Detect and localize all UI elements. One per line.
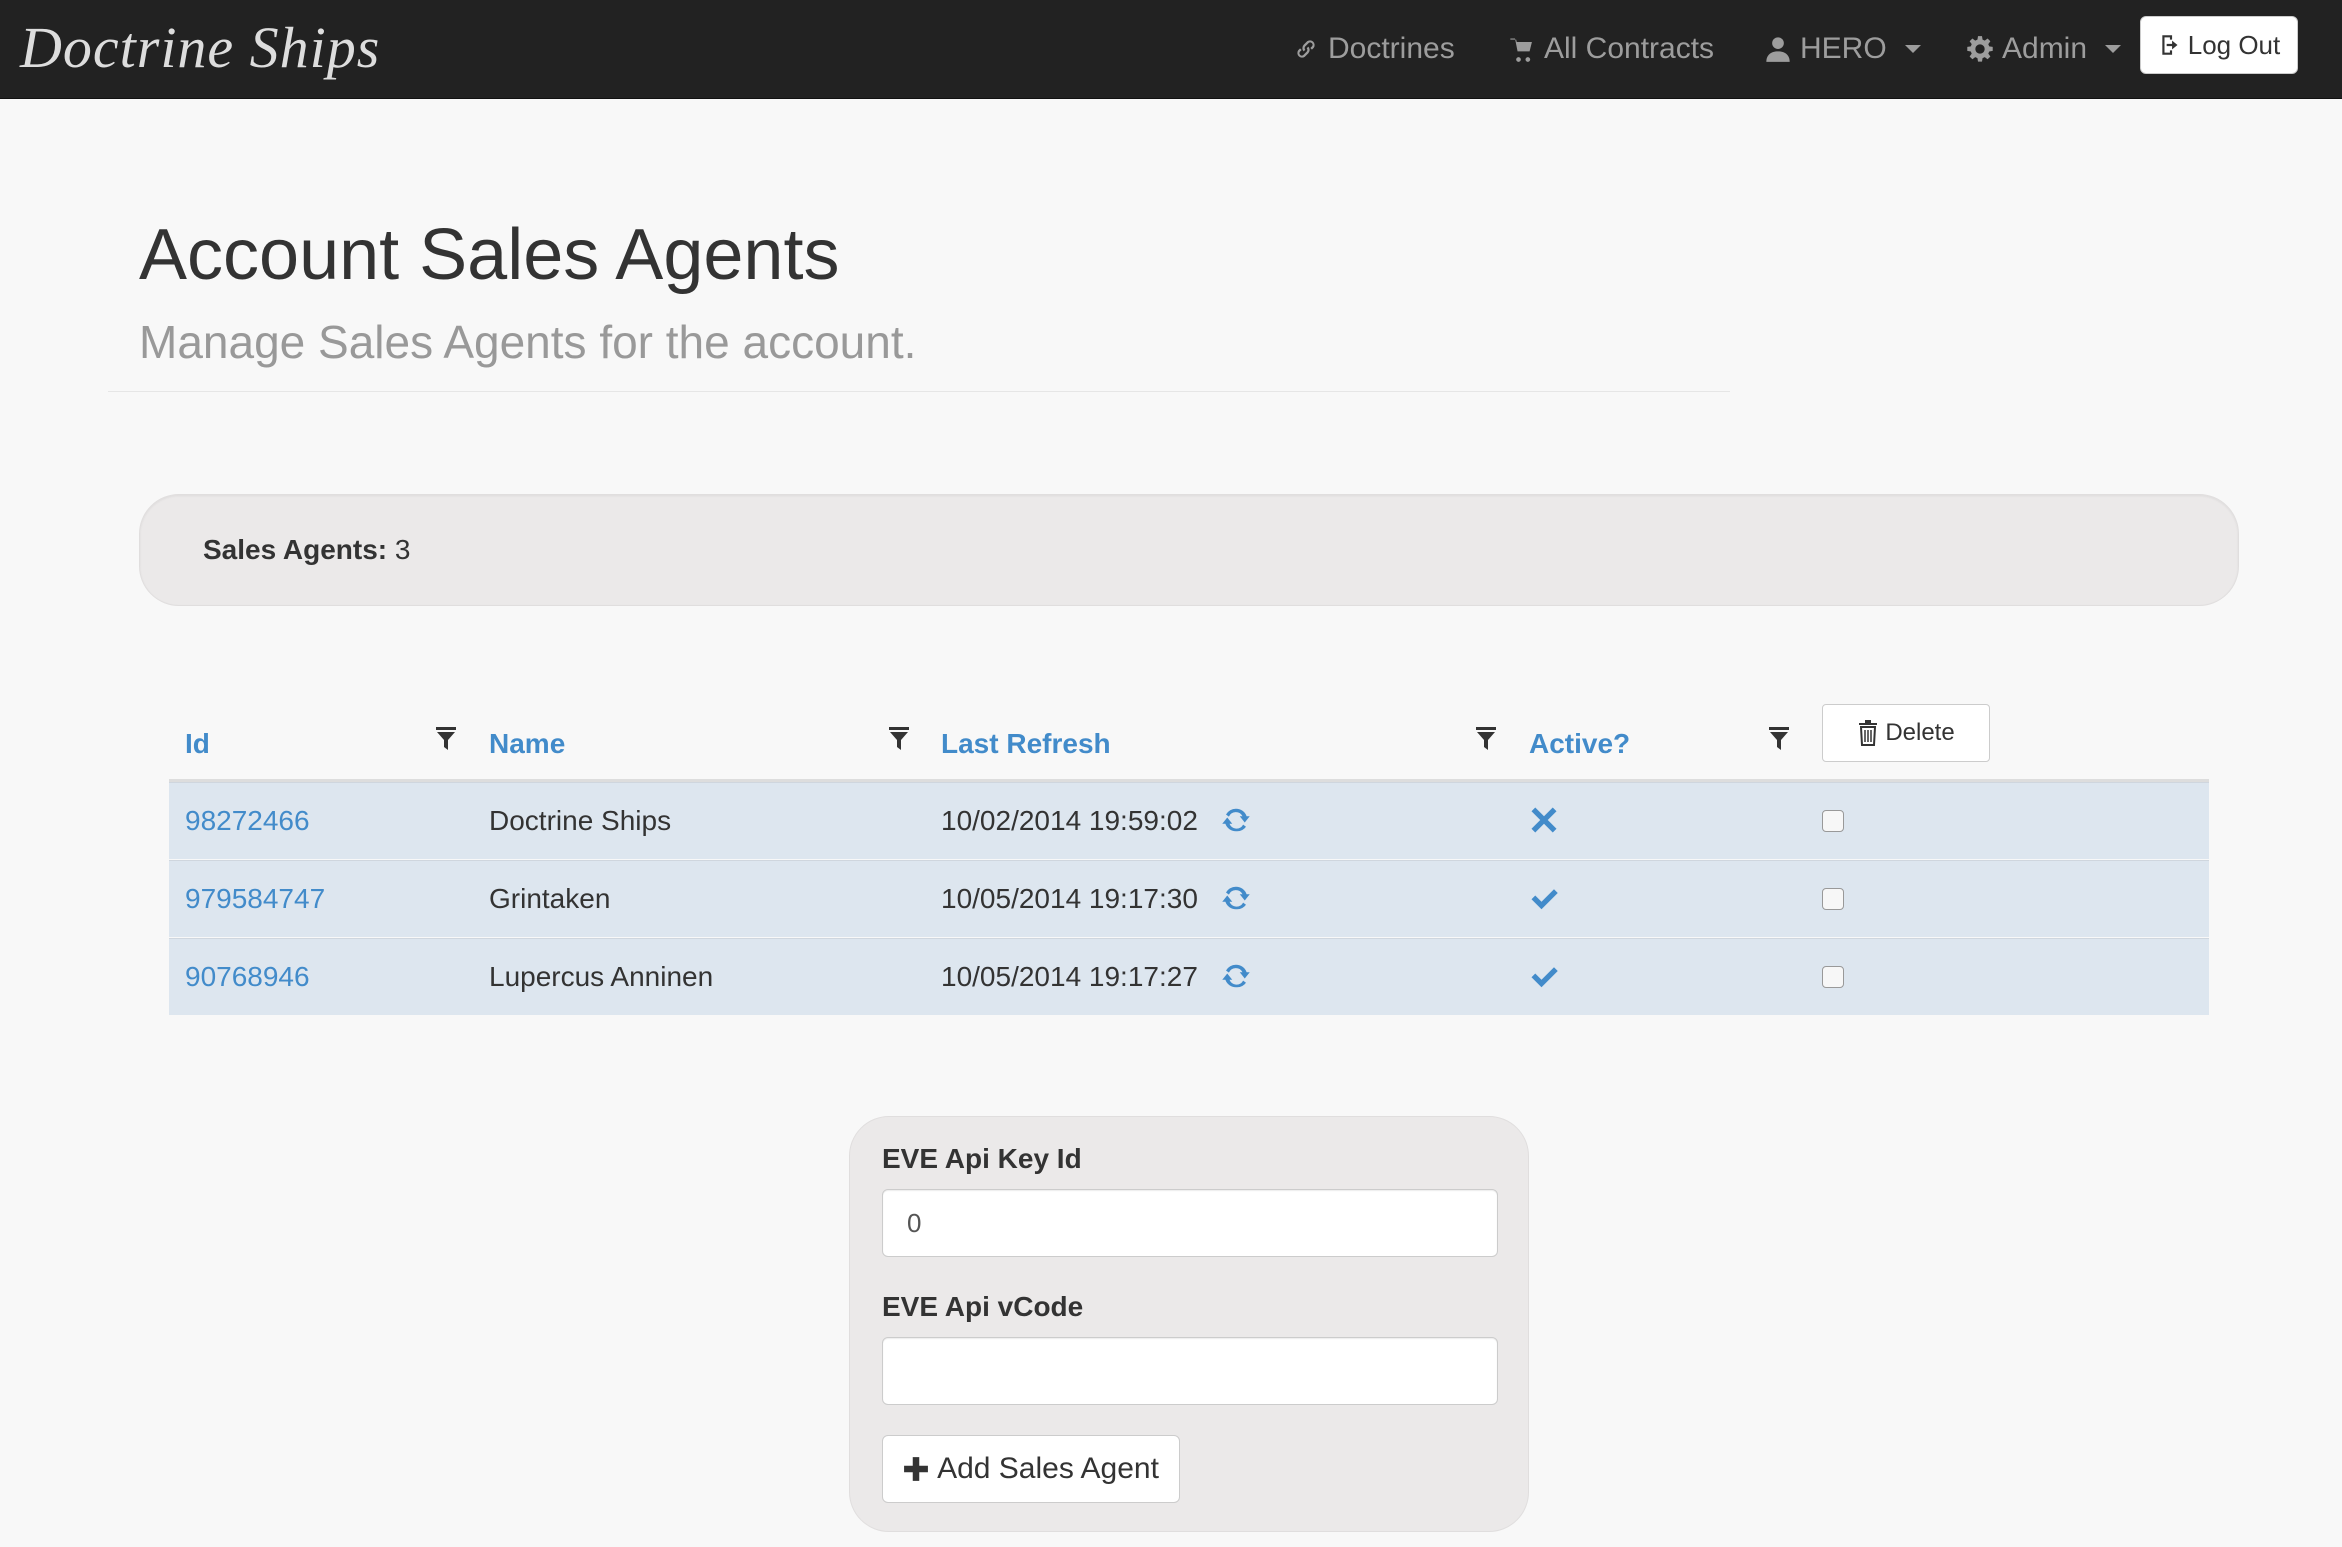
agent-name: Doctrine Ships bbox=[489, 805, 672, 836]
agent-id-link[interactable]: 98272466 bbox=[185, 783, 310, 859]
column-header-active[interactable]: Active? bbox=[1529, 722, 1630, 766]
cart-icon bbox=[1510, 38, 1532, 62]
add-sales-agent-form: EVE Api Key Id EVE Api vCode Add Sales A… bbox=[849, 1116, 1529, 1532]
nav-all-contracts-label: All Contracts bbox=[1544, 32, 1715, 65]
filter-icon[interactable] bbox=[888, 726, 910, 752]
api-key-id-input[interactable] bbox=[882, 1189, 1498, 1257]
agent-id-link[interactable]: 979584747 bbox=[185, 861, 325, 937]
gear-icon bbox=[1967, 36, 1993, 62]
row-select-checkbox[interactable] bbox=[1822, 888, 1844, 910]
delete-button[interactable]: Delete bbox=[1822, 704, 1990, 762]
check-icon bbox=[1531, 967, 1558, 988]
agent-name: Grintaken bbox=[489, 883, 611, 914]
header-divider bbox=[108, 391, 1730, 392]
logout-icon bbox=[2162, 35, 2178, 55]
table-row: 979584747 Grintaken 10/05/2014 19:17:30 bbox=[169, 860, 2209, 937]
brand-logo[interactable]: Doctrine Ships bbox=[20, 8, 380, 88]
table-row: 98272466 Doctrine Ships 10/02/2014 19:59:0… bbox=[169, 782, 2209, 859]
filter-icon[interactable] bbox=[1768, 726, 1790, 752]
nav-all-contracts[interactable]: All Contracts bbox=[1508, 0, 1714, 98]
nav-admin-label: Admin bbox=[2002, 32, 2088, 65]
agent-last-refresh: 10/05/2014 19:17:30 bbox=[941, 883, 1198, 914]
summary-well: Sales Agents: 3 bbox=[139, 494, 2239, 606]
agent-last-refresh: 10/05/2014 19:17:27 bbox=[941, 961, 1198, 992]
page-subtitle: Manage Sales Agents for the account. bbox=[139, 316, 917, 368]
add-sales-agent-label: Add Sales Agent bbox=[937, 1452, 1159, 1485]
refresh-icon[interactable] bbox=[1221, 961, 1251, 991]
agent-last-refresh: 10/02/2014 19:59:02 bbox=[941, 805, 1198, 836]
column-header-id[interactable]: Id bbox=[185, 722, 210, 766]
delete-button-label: Delete bbox=[1885, 719, 1955, 746]
sales-agents-count: Sales Agents: 3 bbox=[203, 527, 411, 573]
link-icon bbox=[1297, 40, 1315, 58]
filter-icon[interactable] bbox=[435, 726, 457, 752]
row-select-checkbox[interactable] bbox=[1822, 966, 1844, 988]
check-icon bbox=[1531, 889, 1558, 910]
add-sales-agent-button[interactable]: Add Sales Agent bbox=[882, 1435, 1180, 1503]
user-icon bbox=[1766, 37, 1790, 62]
agent-id-link[interactable]: 90768946 bbox=[185, 939, 310, 1015]
logout-button[interactable]: Log Out bbox=[2140, 16, 2298, 74]
nav-doctrines[interactable]: Doctrines bbox=[1292, 0, 1455, 98]
row-select-checkbox[interactable] bbox=[1822, 810, 1844, 832]
api-key-id-label: EVE Api Key Id bbox=[882, 1143, 1082, 1174]
nav-user-label: HERO bbox=[1800, 32, 1887, 65]
refresh-icon[interactable] bbox=[1221, 805, 1251, 835]
column-header-name[interactable]: Name bbox=[489, 722, 565, 766]
chevron-down-icon bbox=[2105, 45, 2122, 53]
chevron-down-icon bbox=[1904, 45, 1921, 53]
top-navbar: Doctrine Ships Doctrines All Contracts H… bbox=[0, 0, 2342, 99]
table-row: 90768946 Lupercus Anninen 10/05/2014 19:17… bbox=[169, 938, 2209, 1015]
cross-icon bbox=[1531, 807, 1557, 833]
page-title: Account Sales Agents bbox=[139, 215, 840, 295]
filter-icon[interactable] bbox=[1475, 726, 1497, 752]
nav-admin-dropdown[interactable]: Admin bbox=[1966, 0, 2122, 98]
logout-label: Log Out bbox=[2187, 29, 2281, 60]
api-vcode-label: EVE Api vCode bbox=[882, 1291, 1084, 1322]
sales-agents-count-label: Sales Agents: bbox=[203, 534, 388, 565]
agent-name: Lupercus Anninen bbox=[489, 961, 714, 992]
nav-user-dropdown[interactable]: HERO bbox=[1764, 0, 1921, 98]
refresh-icon[interactable] bbox=[1221, 883, 1251, 913]
column-header-last-refresh[interactable]: Last Refresh bbox=[941, 722, 1111, 766]
api-vcode-input[interactable] bbox=[882, 1337, 1498, 1405]
plus-icon bbox=[904, 1457, 928, 1481]
trash-icon bbox=[1859, 720, 1878, 746]
nav-doctrines-label: Doctrines bbox=[1328, 32, 1455, 65]
sales-agents-count-value: 3 bbox=[394, 534, 411, 565]
